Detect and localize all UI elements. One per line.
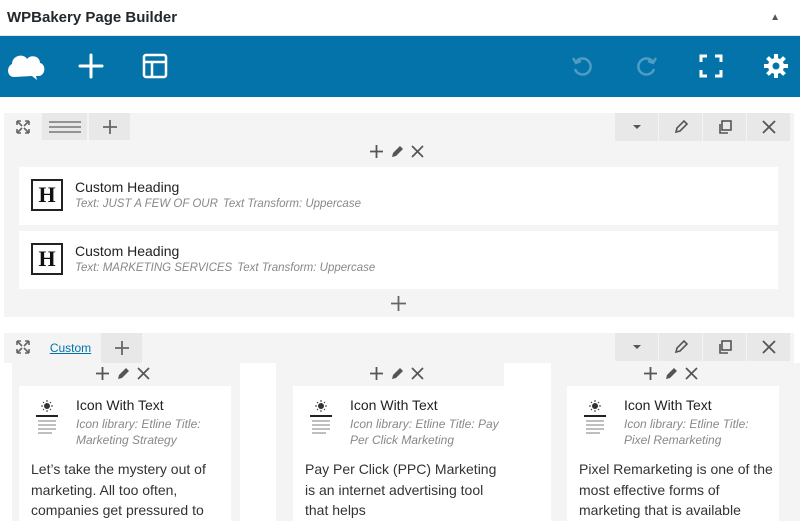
- element-params: Icon library: Etline Title: Pixel Remark…: [624, 417, 749, 447]
- settings-gear-icon[interactable]: [758, 48, 794, 84]
- element-icon-with-text-1[interactable]: Icon With Text Icon library: Etline Titl…: [19, 386, 231, 526]
- element-params: Text: JUST A FEW OF OUR Text Transform: U…: [75, 198, 361, 210]
- row-controls: [614, 333, 790, 361]
- icon-with-text-icon: [36, 400, 58, 434]
- builder-toolbar: [0, 36, 800, 97]
- row-edit-pencil-icon[interactable]: [659, 333, 702, 361]
- add-element-plus-icon[interactable]: [369, 366, 384, 381]
- element-params: Text: MARKETING SERVICES Text Transform: …: [75, 262, 376, 274]
- element-body-text: Pixel Remarketing is one of the most eff…: [579, 461, 773, 518]
- panel-header: WPBakery Page Builder ▲: [0, 0, 800, 36]
- undo-icon[interactable]: [564, 48, 600, 84]
- row-controls: [614, 113, 790, 141]
- heading-h-icon: H: [31, 179, 63, 211]
- builder-canvas: H Custom Heading Text: JUST A FEW OF OUR…: [0, 97, 800, 526]
- row-clone-icon[interactable]: [703, 113, 746, 141]
- column-delete-close-icon[interactable]: [685, 367, 698, 380]
- column-edit-pencil-icon[interactable]: [390, 366, 405, 381]
- templates-icon[interactable]: [137, 48, 173, 84]
- add-element-plus-icon[interactable]: [643, 366, 658, 381]
- column-edit-pencil-icon[interactable]: [390, 144, 405, 159]
- element-body-text: Let’s take the mystery out of marketing.…: [31, 461, 206, 518]
- collapse-triangle-up-icon[interactable]: ▲: [770, 12, 780, 23]
- element-name: Icon With Text: [624, 397, 712, 413]
- row-clone-icon[interactable]: [703, 333, 746, 361]
- element-name: Custom Heading: [75, 243, 180, 259]
- row-layout-custom-tab[interactable]: Custom: [42, 333, 100, 363]
- add-element-plus-icon[interactable]: [390, 295, 407, 312]
- column-delete-close-icon[interactable]: [411, 367, 424, 380]
- panel-title: WPBakery Page Builder: [7, 9, 178, 26]
- add-element-plus-icon[interactable]: [369, 144, 384, 159]
- row-1: H Custom Heading Text: JUST A FEW OF OUR…: [4, 113, 794, 317]
- element-name: Custom Heading: [75, 179, 180, 195]
- add-column-plus-icon[interactable]: [101, 333, 143, 363]
- column-2-controls: [369, 366, 424, 381]
- icon-with-text-icon: [310, 400, 332, 434]
- column-1-controls: [95, 366, 150, 381]
- element-body-text: Pay Per Click (PPC) Marketing is an inte…: [305, 461, 497, 518]
- element-custom-heading-2[interactable]: H Custom Heading Text: MARKETING SERVICE…: [19, 231, 778, 289]
- row-toggle-caret-icon[interactable]: [615, 333, 658, 361]
- column-delete-close-icon[interactable]: [411, 145, 424, 158]
- element-name: Icon With Text: [76, 397, 164, 413]
- element-custom-heading-1[interactable]: H Custom Heading Text: JUST A FEW OF OUR…: [19, 167, 778, 225]
- element-icon-with-text-2[interactable]: Icon With Text Icon library: Etline Titl…: [293, 386, 505, 526]
- row-drag-move-icon[interactable]: [4, 113, 42, 140]
- row-layout-icon[interactable]: [42, 113, 88, 140]
- column-3-controls: [643, 366, 698, 381]
- add-element-icon[interactable]: [73, 48, 109, 84]
- element-icon-with-text-3[interactable]: Icon With Text Icon library: Etline Titl…: [567, 386, 779, 526]
- column-edit-pencil-icon[interactable]: [116, 366, 131, 381]
- icon-with-text-icon: [584, 400, 606, 434]
- heading-h-icon: H: [31, 243, 63, 275]
- element-name: Icon With Text: [350, 397, 438, 413]
- row-delete-close-icon[interactable]: [747, 333, 790, 361]
- logo-cloud-icon[interactable]: [5, 48, 47, 84]
- add-element-plus-icon[interactable]: [95, 366, 110, 381]
- fullscreen-icon[interactable]: [693, 48, 729, 84]
- row-edit-pencil-icon[interactable]: [659, 113, 702, 141]
- row-toggle-caret-icon[interactable]: [615, 113, 658, 141]
- row-delete-close-icon[interactable]: [747, 113, 790, 141]
- column-delete-close-icon[interactable]: [137, 367, 150, 380]
- row-drag-move-icon[interactable]: [4, 333, 42, 360]
- column-controls: [369, 144, 424, 159]
- add-column-plus-icon[interactable]: [89, 113, 131, 140]
- element-params: Icon library: Etline Title: Marketing St…: [76, 417, 201, 447]
- redo-icon[interactable]: [629, 48, 665, 84]
- column-edit-pencil-icon[interactable]: [664, 366, 679, 381]
- element-params: Icon library: Etline Title: Pay Per Clic…: [350, 417, 499, 447]
